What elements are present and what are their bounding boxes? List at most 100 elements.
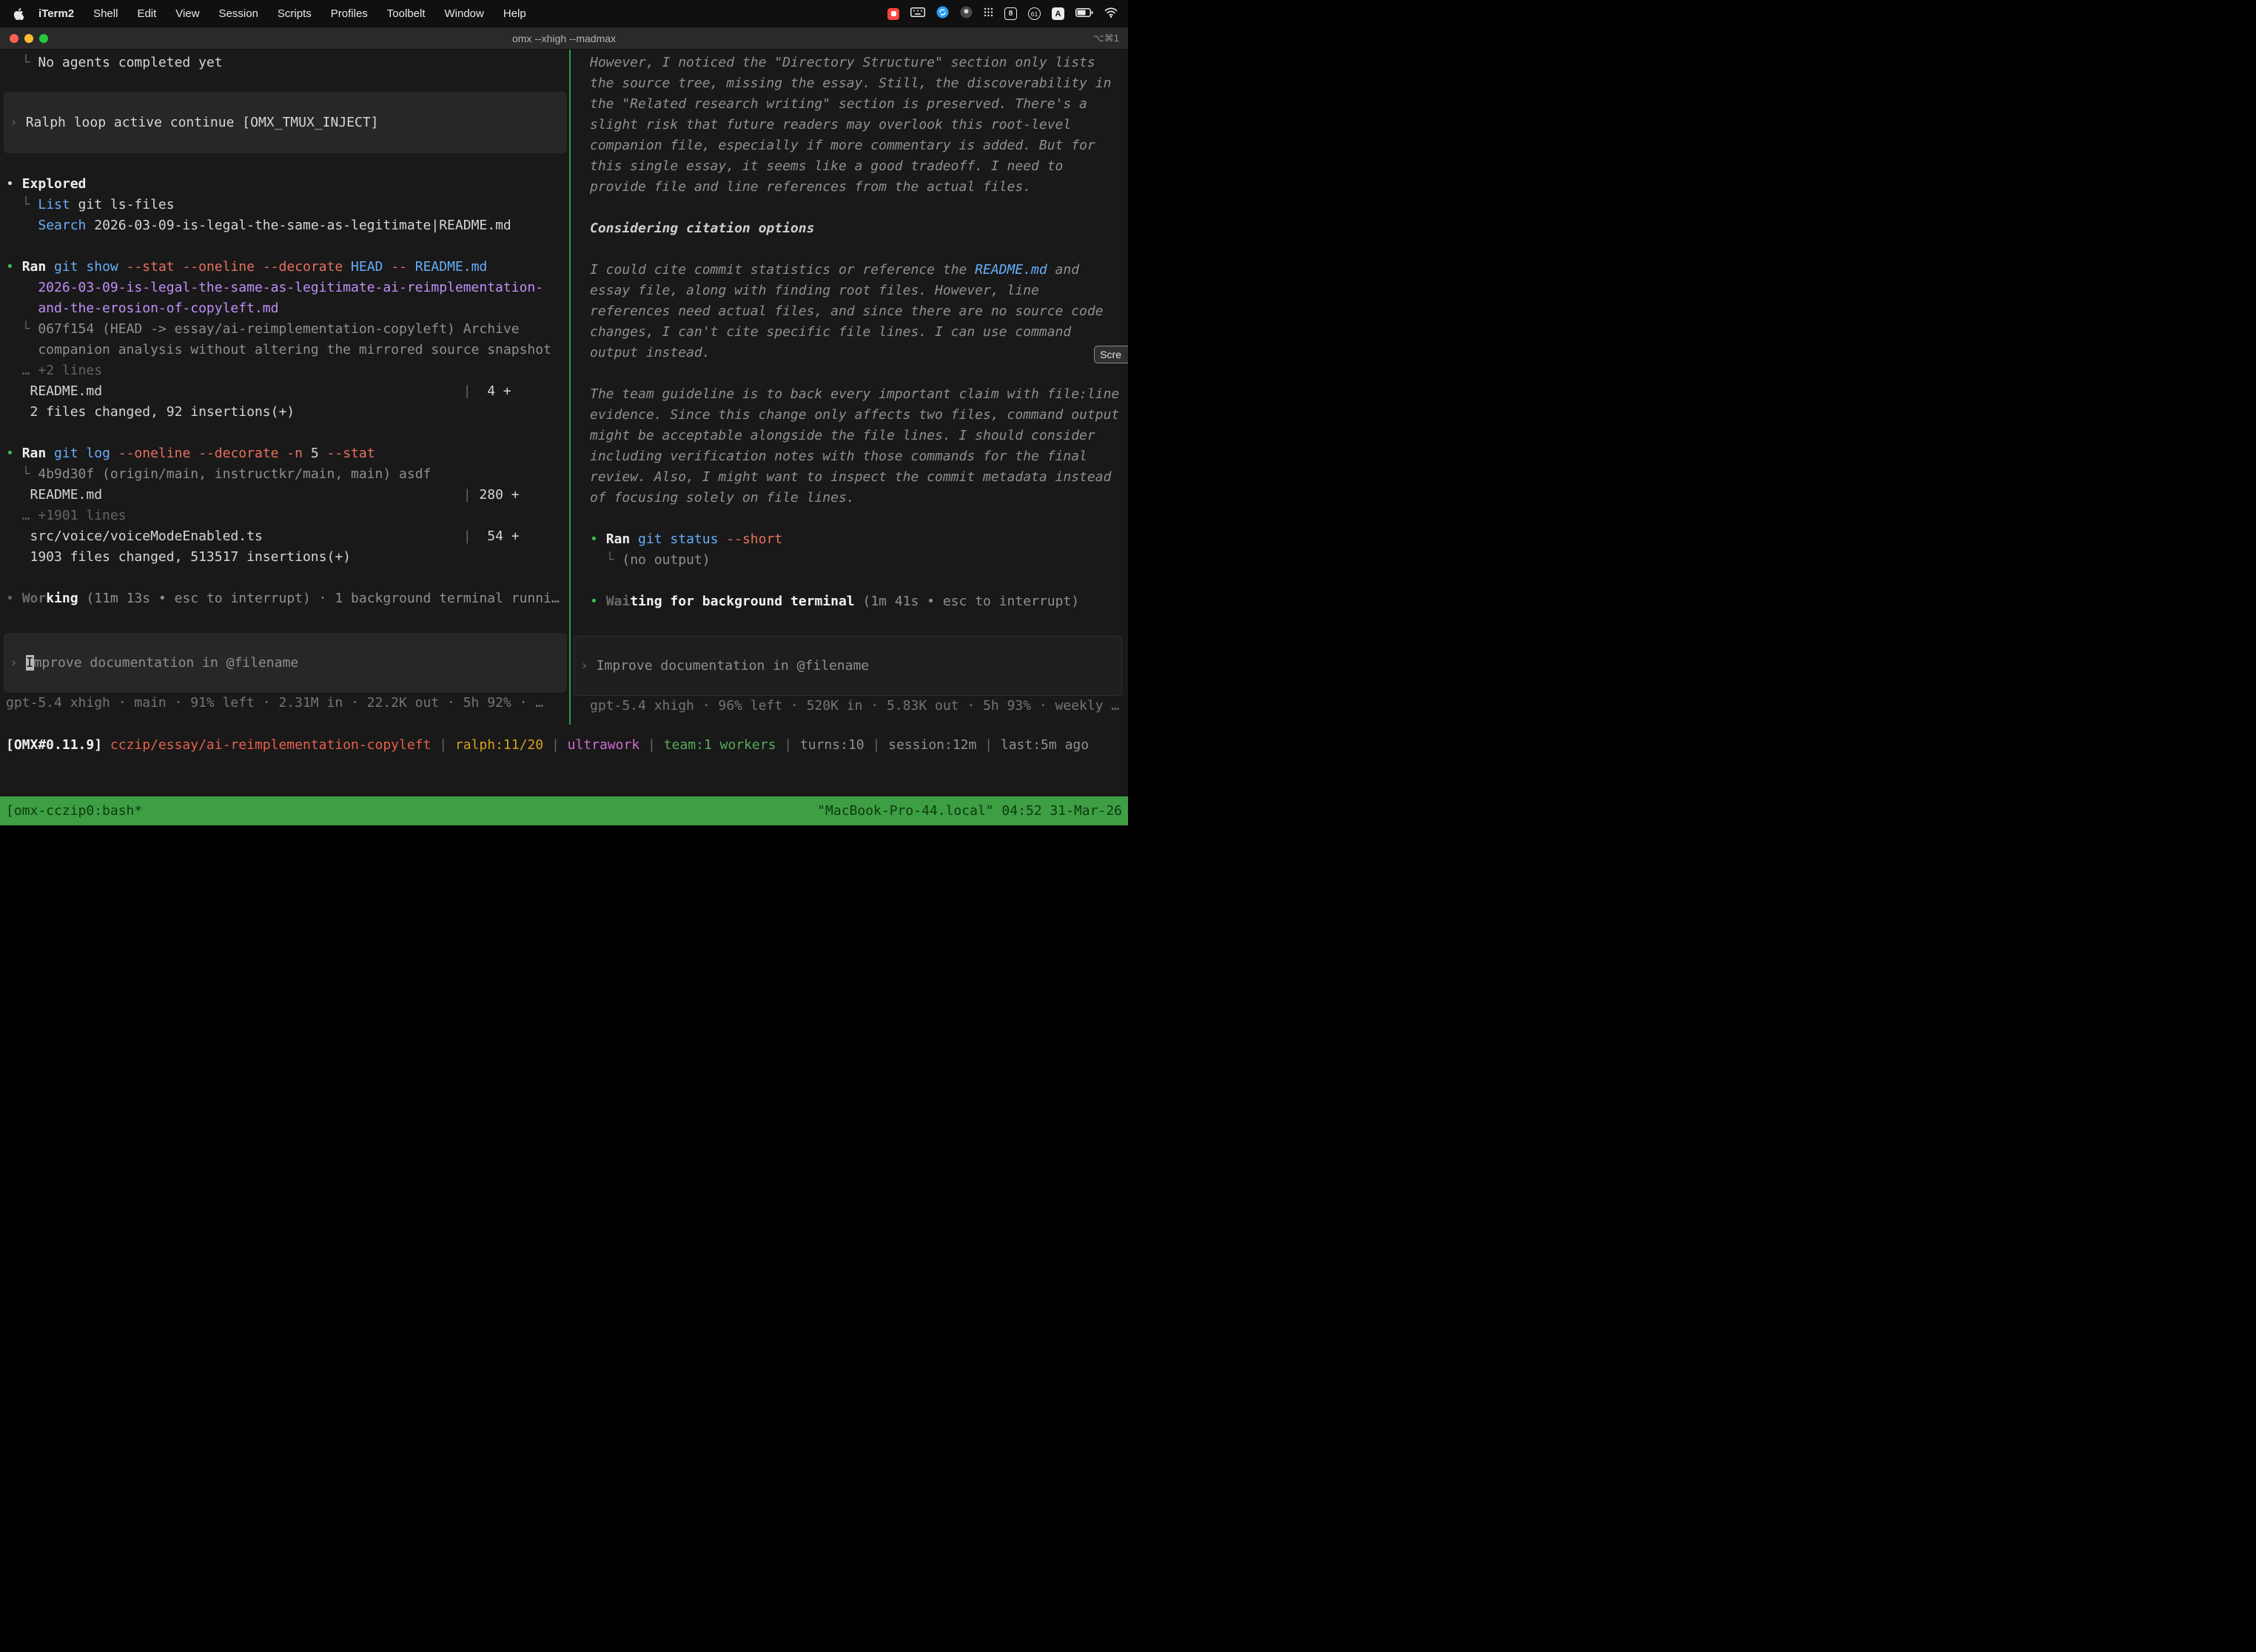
terminal-line: of focusing solely on file lines. [571, 488, 1128, 508]
text-segment: changes, I can't cite specific file line… [590, 324, 1071, 340]
dots-grid-icon[interactable] [984, 7, 993, 20]
app-menus: iTerm2 Shell Edit View Session Scripts Profile… [38, 7, 526, 20]
text-segment: mprove documentation in @filename [34, 655, 299, 671]
terminal-line: • Ran git log --oneline --decorate -n 5 … [0, 443, 569, 464]
terminal-line: I could cite commit statistics or refere… [571, 260, 1128, 281]
text-segment: companion analysis without altering the … [6, 342, 551, 357]
terminal-line: 2026-03-09-is-legal-the-same-as-legitima… [0, 278, 569, 298]
window-title: omx --xhigh --madmax [512, 33, 616, 44]
password-key-icon[interactable]: 8 [1004, 7, 1017, 20]
menu-item[interactable]: Session [219, 7, 258, 20]
text-segment: 4 + [471, 383, 511, 399]
text-segment: git show [54, 259, 127, 275]
dark-app-icon[interactable] [960, 6, 973, 21]
terminal-line: the source tree, missing the essay. Stil… [571, 73, 1128, 94]
left-pane[interactable]: └ No agents completed yet › Ralph loop a… [0, 50, 569, 725]
text-segment: I [26, 655, 34, 671]
text-segment: … +1901 lines [22, 508, 127, 523]
text-segment: git log [54, 446, 118, 461]
text-segment: ultrawork [568, 737, 640, 753]
terminal-line: 1903 files changed, 513517 insertions(+) [0, 547, 569, 568]
menu-item[interactable]: Window [445, 7, 484, 20]
battery-icon[interactable] [1075, 7, 1093, 20]
terminal-line: 2 files changed, 92 insertions(+) [0, 402, 569, 423]
input-source-icon[interactable]: A [1052, 7, 1064, 20]
terminal-line: • Ran git show --stat --oneline --decora… [0, 257, 569, 278]
terminal-line: Considering citation options [571, 218, 1128, 239]
minimize-button[interactable] [24, 34, 33, 43]
text-segment: I could cite commit statistics or refere… [590, 262, 975, 278]
right-composer-input[interactable]: › Improve documentation in @filename [574, 636, 1122, 696]
text-segment: Ran [22, 259, 54, 275]
terminal-line [0, 568, 569, 588]
text-segment: Ran [22, 446, 54, 461]
menu-item[interactable]: iTerm2 [38, 7, 74, 20]
close-button[interactable] [10, 34, 19, 43]
menu-item[interactable]: Toolbelt [387, 7, 426, 20]
terminal-line: including verification notes with those … [571, 446, 1128, 467]
text-segment: README.md [6, 487, 463, 503]
screen-record-icon[interactable] [887, 8, 899, 20]
text-segment: • [6, 591, 22, 606]
menu-item[interactable]: Edit [137, 7, 156, 20]
text-segment: --stat --oneline --decorate [127, 259, 351, 275]
text-segment: └ [6, 466, 38, 482]
text-segment: | [976, 737, 1001, 753]
text-segment: Ran [606, 531, 638, 547]
text-segment: README.md [415, 259, 488, 275]
window-title-bar[interactable]: omx --xhigh --madmax ⌥⌘1 [0, 27, 1128, 50]
text-segment: | [543, 737, 568, 753]
menu-item[interactable]: Profiles [331, 7, 368, 20]
terminal-line: However, I noticed the "Directory Struct… [571, 53, 1128, 73]
terminal-line: output instead. [571, 343, 1128, 363]
text-segment: (1m 41s • esc to interrupt) [855, 594, 1079, 609]
battery-percent-icon[interactable]: 61 [1028, 7, 1041, 20]
sync-icon[interactable] [936, 6, 949, 21]
wifi-icon[interactable] [1104, 7, 1118, 21]
tmux-host-clock: "MacBook-Pro-44.local" 04:52 31-Mar-26 [817, 803, 1122, 819]
left-composer-input[interactable]: › Improve documentation in @filename [4, 633, 567, 693]
macos-menu-bar: iTerm2 Shell Edit View Session Scripts Profile… [0, 0, 1128, 27]
terminal-line: └ 067f154 (HEAD -> essay/ai-reimplementa… [0, 319, 569, 340]
menu-item[interactable]: Scripts [278, 7, 312, 20]
text-segment: Ralph loop active continue [OMX_TMUX_INJ… [26, 115, 379, 130]
text-segment: Search [38, 218, 86, 233]
text-segment [6, 218, 38, 233]
menu-item[interactable]: Shell [93, 7, 118, 20]
text-segment: Improve documentation in @filename [597, 658, 869, 674]
terminal-line: companion file, especially if more comme… [571, 135, 1128, 156]
text-segment: └ [6, 55, 38, 70]
text-segment: Explored [22, 176, 87, 192]
apple-menu-icon[interactable] [13, 8, 24, 20]
terminal-line: … +2 lines [0, 360, 569, 381]
ralph-inject-banner: › Ralph loop active continue [OMX_TMUX_I… [4, 92, 567, 153]
text-segment: provide file and line references from th… [590, 179, 1031, 195]
right-status-line: gpt-5.4 xhigh · 96% left · 520K in · 5.8… [571, 696, 1128, 716]
menu-item[interactable]: Help [503, 7, 526, 20]
terminal-line: essay file, along with finding root file… [571, 281, 1128, 301]
right-pane[interactable]: However, I noticed the "Directory Struct… [571, 50, 1128, 725]
terminal-line: └ 4b9d30f (origin/main, instructkr/main,… [0, 464, 569, 485]
text-segment: git status [638, 531, 726, 547]
text-segment: 5 [311, 446, 327, 461]
terminal-line: changes, I can't cite specific file line… [571, 322, 1128, 343]
menu-item[interactable]: View [175, 7, 199, 20]
text-segment: evidence. Since this change only affects… [590, 407, 1119, 423]
terminal-line [571, 239, 1128, 260]
text-segment: | [865, 737, 889, 753]
text-segment: 1903 files changed, 513517 insertions(+) [6, 549, 351, 565]
terminal-panes: └ No agents completed yet › Ralph loop a… [0, 50, 1128, 725]
terminal-line: slight risk that future readers may over… [571, 115, 1128, 135]
text-segment: turns:10 [800, 737, 865, 753]
text-segment: 54 + [471, 528, 520, 544]
text-segment: Wor [22, 591, 47, 606]
text-segment: [OMX#0.11.9] [6, 737, 102, 753]
keyboard-icon[interactable] [910, 7, 925, 20]
text-segment: (no output) [622, 552, 710, 568]
zoom-button[interactable] [39, 34, 48, 43]
text-segment: HEAD [351, 259, 391, 275]
text-segment: -n [286, 446, 311, 461]
terminal-line: companion analysis without altering the … [0, 340, 569, 360]
terminal-line: The team guideline is to back every impo… [571, 384, 1128, 405]
left-composer-text: › Improve documentation in @filename [4, 653, 298, 674]
